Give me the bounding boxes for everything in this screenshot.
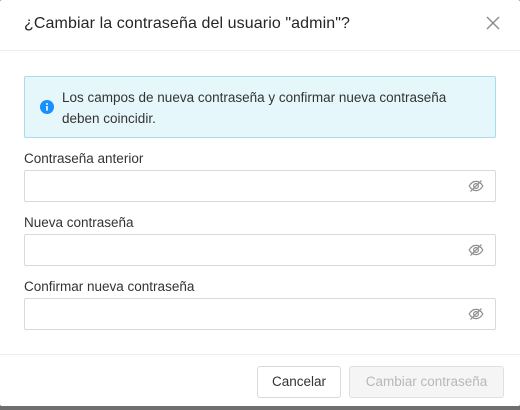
new-password-input[interactable] — [25, 235, 455, 265]
backdrop — [0, 406, 520, 410]
alert-message: Los campos de nueva contraseña y confirm… — [62, 90, 447, 126]
confirm-password-field — [24, 298, 496, 330]
close-button[interactable] — [484, 14, 502, 32]
dialog-title: ¿Cambiar la contraseña del usuario "admi… — [24, 15, 351, 32]
close-icon — [486, 16, 500, 30]
info-icon — [40, 100, 54, 114]
change-password-dialog: ¿Cambiar la contraseña del usuario "admi… — [0, 0, 520, 406]
old-password-input[interactable] — [25, 171, 455, 201]
dialog-header: ¿Cambiar la contraseña del usuario "admi… — [0, 0, 520, 51]
old-password-field — [24, 170, 496, 202]
confirm-password-label: Confirmar nueva contraseña — [24, 279, 195, 294]
confirm-password-input[interactable] — [25, 299, 455, 329]
change-password-button[interactable]: Cambiar contraseña — [349, 366, 504, 398]
cancel-button[interactable]: Cancelar — [257, 366, 341, 398]
eye-slash-icon[interactable] — [468, 179, 484, 193]
new-password-label: Nueva contraseña — [24, 215, 134, 230]
info-alert: Los campos de nueva contraseña y confirm… — [24, 76, 496, 138]
old-password-label: Contraseña anterior — [24, 151, 144, 166]
new-password-field — [24, 234, 496, 266]
eye-slash-icon[interactable] — [468, 243, 484, 257]
dialog-footer: Cancelar Cambiar contraseña — [0, 354, 520, 406]
eye-slash-icon[interactable] — [468, 307, 484, 321]
